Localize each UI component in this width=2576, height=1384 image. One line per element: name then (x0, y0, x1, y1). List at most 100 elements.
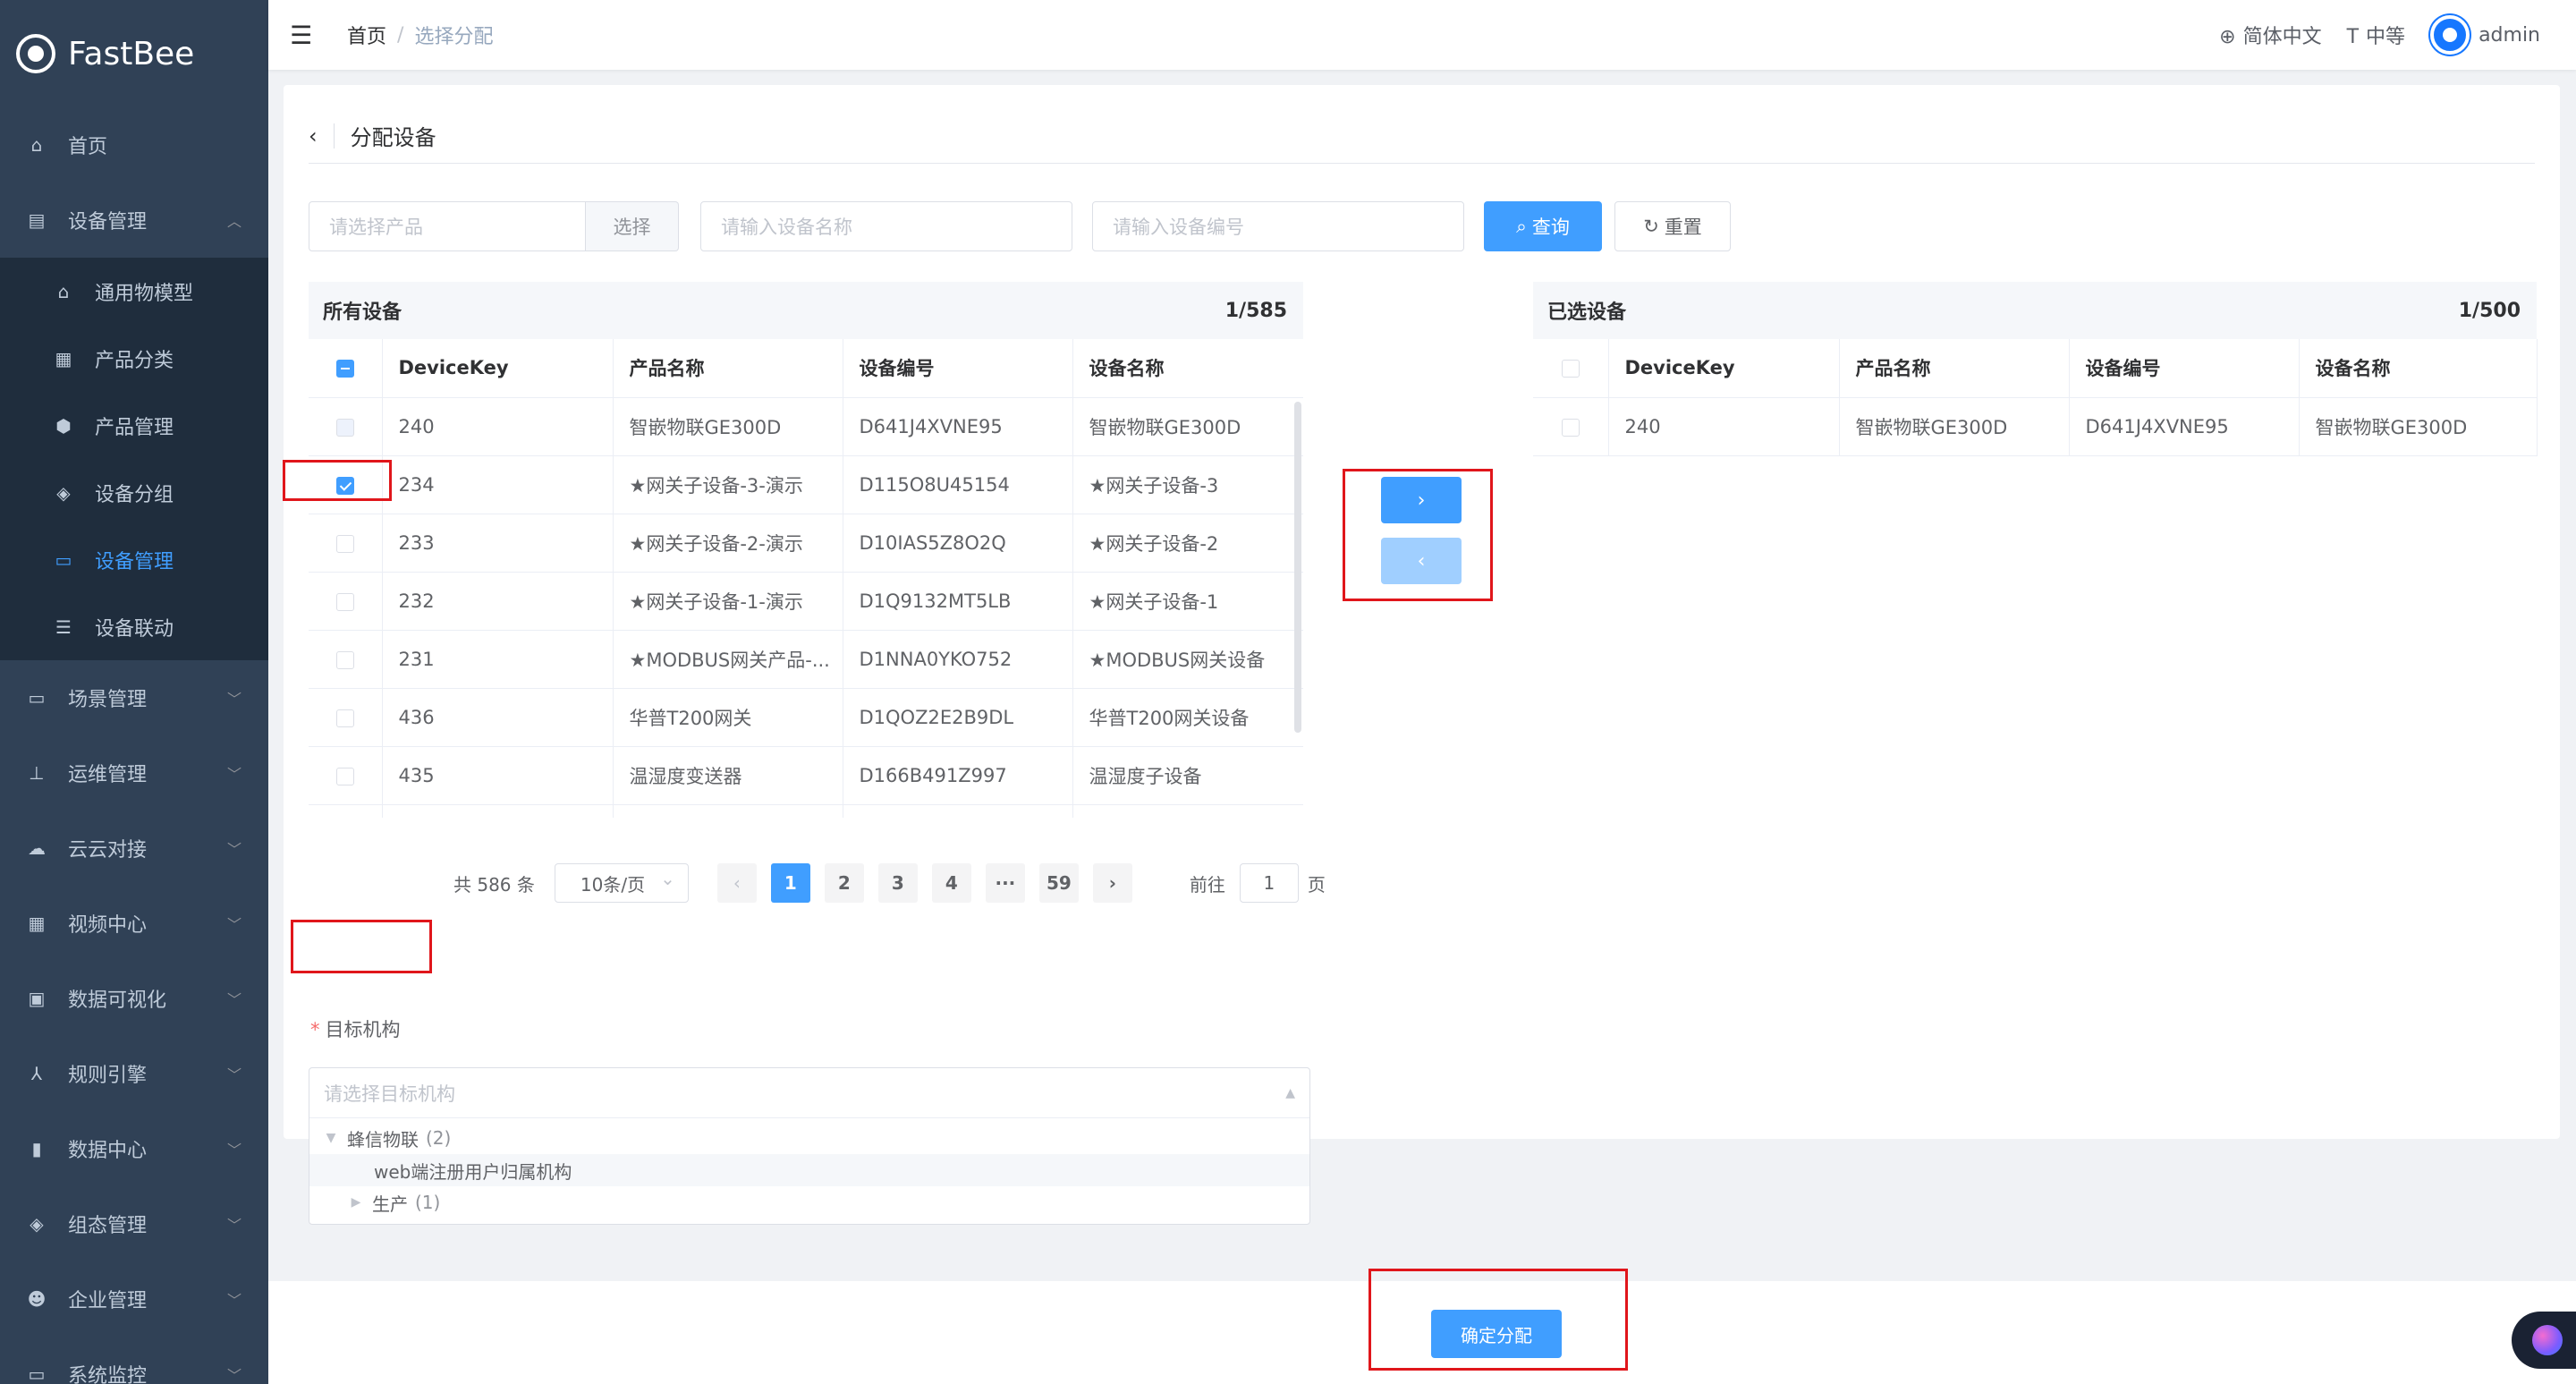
ai-assistant-button[interactable] (2512, 1312, 2576, 1369)
row-checkbox[interactable] (335, 418, 354, 437)
cell-device-number: D641J4XVNE95 (2069, 397, 2300, 456)
next-page-button[interactable]: › (1092, 863, 1132, 903)
product-input[interactable]: 请选择产品 (309, 201, 586, 251)
page-button[interactable]: 2 (824, 863, 864, 903)
column-header: 产品名称 (1839, 339, 2070, 398)
cell-device-key: 436 (382, 688, 614, 747)
sidebar-item-cloud[interactable]: ☁ 云云对接 ﹀ (0, 811, 268, 886)
page-suffix: 页 (1307, 873, 1326, 896)
device-name-input[interactable]: 请输入设备名称 (700, 201, 1072, 251)
tree-node-production[interactable]: ▶ 生产 (1) (309, 1186, 1309, 1218)
language-switch[interactable]: ⊕ 简体中文 (2219, 21, 2321, 49)
chevron-down-icon: ﹀ (226, 1367, 242, 1384)
hamburger-icon[interactable]: ☰ (290, 21, 317, 50)
query-button[interactable]: ⌕ 查询 (1484, 201, 1602, 251)
sidebar-item-scene[interactable]: ▭ 场景管理 ﹀ (0, 660, 268, 735)
required-mark: * (310, 1019, 320, 1040)
sidebar-item-visualization[interactable]: ▣ 数据可视化 ﹀ (0, 961, 268, 1036)
sidebar-item-device-management[interactable]: ▤ 设备管理 ︿ (0, 183, 268, 258)
prev-page-button[interactable]: ‹ (716, 863, 757, 903)
table-row[interactable]: 109网关产品D1PGLPG58K72直连设备 (309, 804, 1303, 818)
category-icon: ▦ (55, 347, 72, 369)
row-checkbox-cell[interactable] (309, 397, 383, 456)
sidebar-item-rule-engine[interactable]: ⅄ 规则引擎 ﹀ (0, 1036, 268, 1111)
row-checkbox-cell[interactable] (309, 630, 383, 689)
page-button[interactable]: 1 (770, 863, 810, 903)
target-org-treeselect[interactable]: 请选择目标机构 ▲ ▼ 蜂信物联 (2) web端注册用户归属机构 ▶ 生产 (… (309, 1067, 1310, 1225)
row-checkbox[interactable] (1561, 418, 1580, 437)
app-logo[interactable]: FastBee (0, 0, 268, 107)
sidebar-subitem-device-management[interactable]: ▭ 设备管理 (0, 526, 268, 593)
sidebar-subitem-group[interactable]: ◈ 设备分组 (0, 459, 268, 526)
cell-product-name: 网关产品 (613, 804, 843, 818)
select-all-checkbox[interactable] (1561, 360, 1580, 378)
sidebar-item-label: 产品管理 (95, 416, 174, 439)
sidebar-subitem-category[interactable]: ▦ 产品分类 (0, 325, 268, 392)
row-checkbox-cell[interactable] (309, 804, 383, 818)
all-devices-table-wrap[interactable]: DeviceKey 产品名称 设备编号 设备名称 240 智嵌物联GE300D D6… (309, 339, 1303, 818)
confirm-assign-button[interactable]: 确定分配 (1431, 1310, 1562, 1358)
font-size-switch[interactable]: T 中等 (2347, 21, 2405, 49)
target-org-input[interactable]: 请选择目标机构 ▲ (309, 1068, 1309, 1118)
query-label: 查询 (1531, 217, 1570, 238)
sidebar-item-label: 通用物模型 (95, 282, 194, 305)
page-button[interactable]: 3 (877, 863, 918, 903)
table-row[interactable]: 240 智嵌物联GE300D D641J4XVNE95 智嵌物联GE300D (1533, 397, 2538, 456)
table-row[interactable]: 240 智嵌物联GE300D D641J4XVNE95 智嵌物联GE300D (309, 397, 1303, 456)
row-checkbox[interactable] (335, 709, 354, 727)
table-row[interactable]: 435 温湿度变送器 D166B491Z997 温湿度子设备 (309, 746, 1303, 805)
sidebar-item-monitor[interactable]: ▭ 系统监控 ﹀ (0, 1337, 268, 1384)
row-checkbox-cell[interactable] (1533, 397, 1609, 456)
sidebar-item-video[interactable]: ▦ 视频中心 ﹀ (0, 886, 268, 961)
sidebar-item-configuration[interactable]: ◈ 组态管理 ﹀ (0, 1186, 268, 1261)
layers-icon: ◈ (30, 1213, 44, 1235)
row-checkbox[interactable] (335, 534, 354, 553)
chevron-up-icon: ︿ (226, 213, 242, 230)
row-checkbox-cell[interactable] (309, 514, 383, 573)
page-button[interactable]: 59 (1038, 863, 1079, 903)
table-row[interactable]: 232 ★网关子设备-1-演示 D1Q9132MT5LB ★网关子设备-1 (309, 572, 1303, 631)
select-all-cell[interactable] (309, 339, 383, 398)
table-row[interactable]: 233 ★网关子设备-2-演示 D10IAS5Z8O2Q ★网关子设备-2 (309, 514, 1303, 573)
sidebar-subitem-product[interactable]: ⬢ 产品管理 (0, 392, 268, 459)
goto-page-input[interactable]: 1 (1239, 863, 1299, 903)
page-size-select[interactable]: 10条/页 (554, 863, 689, 903)
selected-devices-header: 已选设备 1/500 (1533, 282, 2537, 339)
sidebar-item-enterprise[interactable]: ☻ 企业管理 ﹀ (0, 1261, 268, 1337)
select-product-button[interactable]: 选择 (586, 201, 679, 251)
row-checkbox-cell[interactable] (309, 688, 383, 747)
tree-node-root[interactable]: ▼ 蜂信物联 (2) (309, 1122, 1309, 1154)
caret-up-icon: ▲ (1285, 1085, 1295, 1100)
sidebar-subitem-linkage[interactable]: ☰ 设备联动 (0, 593, 268, 660)
row-checkbox[interactable] (335, 650, 354, 669)
sidebar-item-home[interactable]: ⌂ 首页 (0, 107, 268, 183)
breadcrumb-home[interactable]: 首页 (347, 21, 386, 49)
all-devices-table: DeviceKey 产品名称 设备编号 设备名称 240 智嵌物联GE300D D6… (309, 339, 1303, 818)
select-all-cell[interactable] (1533, 339, 1609, 398)
table-row[interactable]: 231 ★MODBUS网关产品-... D1NNA0YKO752 ★MODBUS网关设… (309, 630, 1303, 689)
table-scrollbar[interactable] (1294, 402, 1301, 733)
sidebar-item-data-center[interactable]: ▮ 数据中心 ﹀ (0, 1111, 268, 1186)
cell-device-name: 智嵌物联GE300D (1072, 397, 1303, 456)
reset-button[interactable]: ↻ 重置 (1614, 201, 1731, 251)
video-icon: ▦ (28, 913, 46, 934)
user-menu[interactable]: admin (2430, 15, 2540, 55)
back-arrow-icon[interactable]: ‹ (309, 123, 318, 149)
more-pages-button[interactable]: ··· (985, 863, 1025, 903)
cell-product-name: ★MODBUS网关产品-... (613, 630, 843, 689)
page-button[interactable]: 4 (931, 863, 971, 903)
row-checkbox-cell[interactable] (309, 746, 383, 805)
cell-device-key: 240 (382, 397, 614, 456)
row-checkbox[interactable] (335, 767, 354, 785)
table-row[interactable]: 436 华普T200网关 D1QOZ2E2B9DL 华普T200网关设备 (309, 688, 1303, 747)
tree-node-web-org[interactable]: web端注册用户归属机构 (309, 1154, 1309, 1186)
cell-device-name: 智嵌物联GE300D (2299, 397, 2538, 456)
table-row[interactable]: 234 ★网关子设备-3-演示 D115O8U45154 ★网关子设备-3 (309, 455, 1303, 514)
select-all-checkbox[interactable] (335, 360, 354, 378)
sidebar-item-ops[interactable]: ⊥ 运维管理 ﹀ (0, 735, 268, 811)
row-checkbox[interactable] (335, 592, 354, 611)
device-number-input[interactable]: 请输入设备编号 (1092, 201, 1464, 251)
sidebar-subitem-model[interactable]: ⌂ 通用物模型 (0, 258, 268, 325)
chevron-down-icon: ﹀ (226, 1142, 242, 1159)
row-checkbox-cell[interactable] (309, 572, 383, 631)
